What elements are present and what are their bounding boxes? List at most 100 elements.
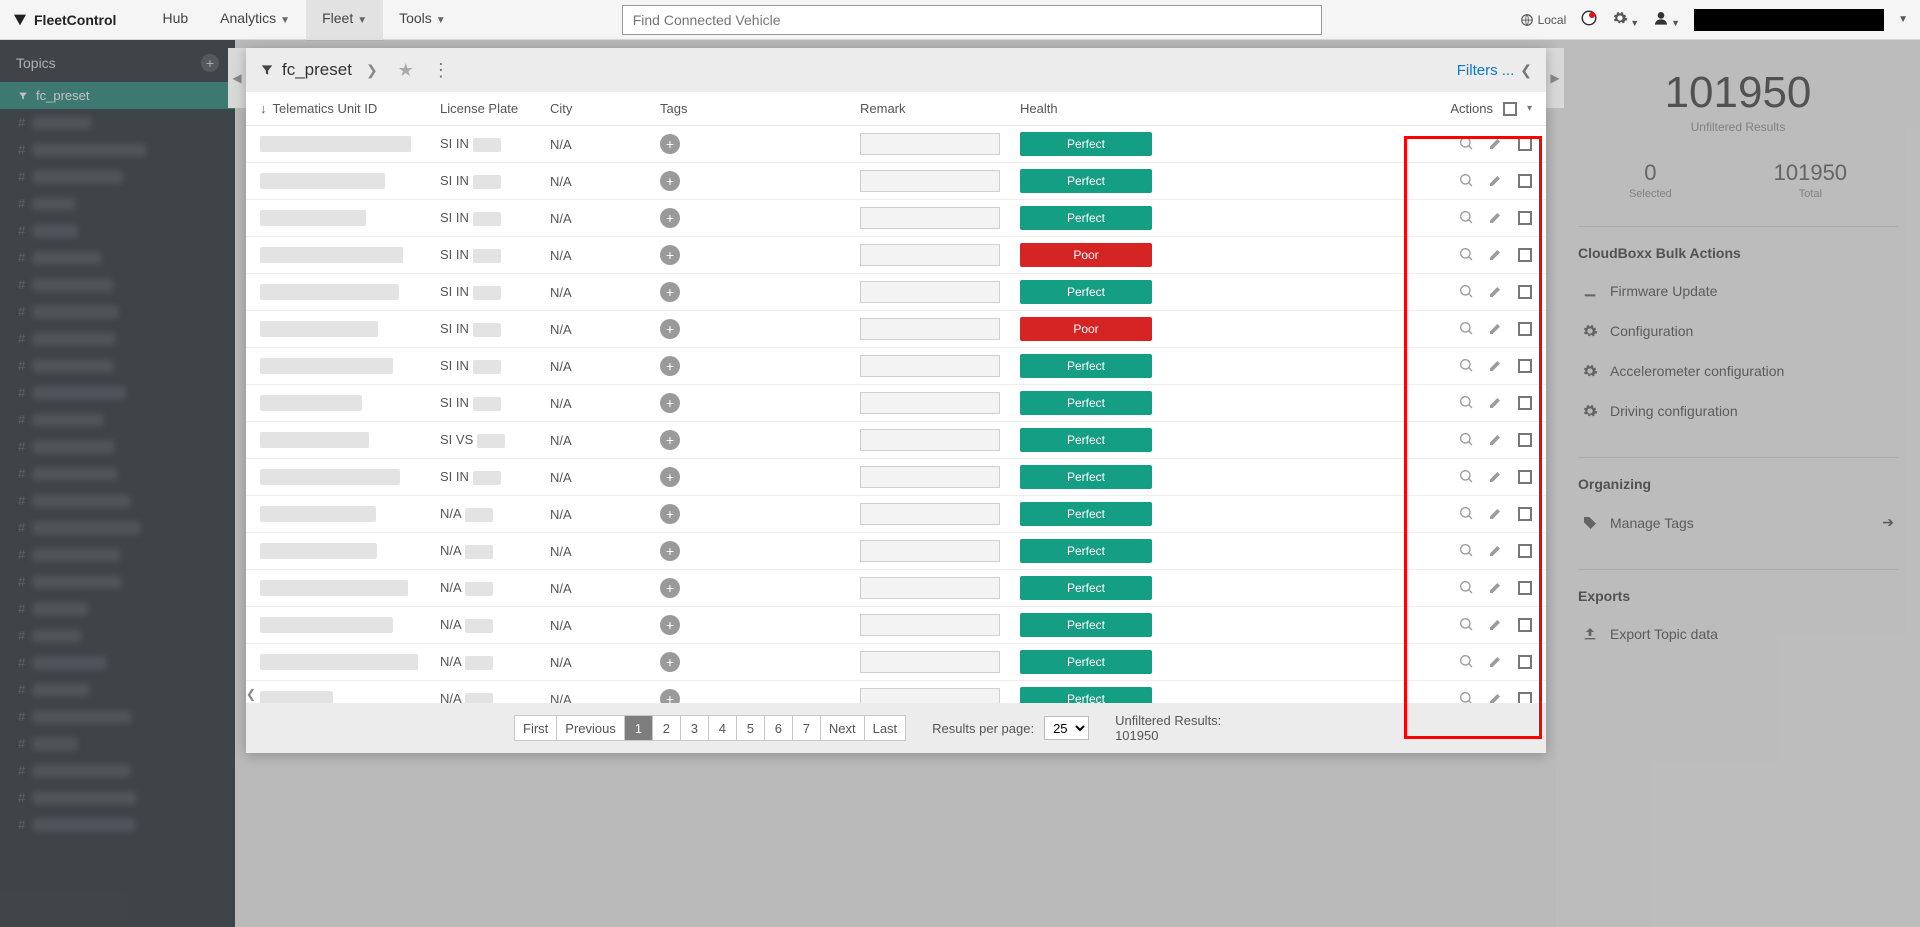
remark-input[interactable] xyxy=(860,577,1000,599)
sidebar-item[interactable]: # xyxy=(0,190,235,217)
add-tag-button[interactable]: + xyxy=(660,615,680,635)
alert-icon[interactable] xyxy=(1580,9,1598,30)
nav-analytics[interactable]: Analytics▼ xyxy=(204,0,306,41)
nav-tools[interactable]: Tools▼ xyxy=(383,0,462,41)
add-tag-button[interactable]: + xyxy=(660,356,680,376)
view-icon[interactable] xyxy=(1458,320,1474,339)
sidebar-item[interactable]: # xyxy=(0,568,235,595)
remark-input[interactable] xyxy=(860,651,1000,673)
page-2[interactable]: 2 xyxy=(653,715,681,741)
sidebar-item[interactable]: # xyxy=(0,784,235,811)
page-first[interactable]: First xyxy=(514,715,557,741)
remark-input[interactable] xyxy=(860,614,1000,636)
row-checkbox[interactable] xyxy=(1518,470,1532,484)
sidebar-item[interactable]: # xyxy=(0,703,235,730)
sidebar-item[interactable]: # xyxy=(0,325,235,352)
sidebar-item[interactable]: # xyxy=(0,244,235,271)
sidebar-item[interactable]: fc_preset xyxy=(0,82,235,109)
row-checkbox[interactable] xyxy=(1518,507,1532,521)
bulk-config[interactable]: Configuration xyxy=(1578,311,1898,351)
sidebar-item[interactable]: # xyxy=(0,433,235,460)
sidebar-item[interactable]: # xyxy=(0,757,235,784)
select-all-checkbox[interactable] xyxy=(1503,102,1517,116)
page-4[interactable]: 4 xyxy=(709,715,737,741)
row-checkbox[interactable] xyxy=(1518,581,1532,595)
edit-icon[interactable] xyxy=(1488,690,1504,704)
view-icon[interactable] xyxy=(1458,505,1474,524)
edit-icon[interactable] xyxy=(1488,616,1504,635)
sidebar-item[interactable]: # xyxy=(0,514,235,541)
add-topic-button[interactable]: + xyxy=(201,54,219,72)
remark-input[interactable] xyxy=(860,688,1000,703)
brand[interactable]: FleetControl xyxy=(12,12,116,28)
row-checkbox[interactable] xyxy=(1518,655,1532,669)
row-checkbox[interactable] xyxy=(1518,692,1532,703)
sidebar-item[interactable]: # xyxy=(0,136,235,163)
view-icon[interactable] xyxy=(1458,209,1474,228)
sidebar-item[interactable]: # xyxy=(0,622,235,649)
sidebar-item[interactable]: # xyxy=(0,298,235,325)
bulk-accel[interactable]: Accelerometer configuration xyxy=(1578,351,1898,391)
view-icon[interactable] xyxy=(1458,542,1474,561)
remark-input[interactable] xyxy=(860,133,1000,155)
edit-icon[interactable] xyxy=(1488,653,1504,672)
add-tag-button[interactable]: + xyxy=(660,208,680,228)
view-icon[interactable] xyxy=(1458,172,1474,191)
filters-button[interactable]: Filters ...❮ xyxy=(1457,62,1532,79)
page-5[interactable]: 5 xyxy=(737,715,765,741)
edit-icon[interactable] xyxy=(1488,135,1504,154)
kebab-menu-icon[interactable]: ⋮ xyxy=(432,60,450,81)
bulk-firmware[interactable]: Firmware Update xyxy=(1578,271,1898,311)
manage-tags[interactable]: Manage Tags➔ xyxy=(1578,502,1898,543)
sidebar-item[interactable]: # xyxy=(0,730,235,757)
add-tag-button[interactable]: + xyxy=(660,578,680,598)
sidebar-item[interactable]: # xyxy=(0,595,235,622)
search-input[interactable] xyxy=(622,5,1322,35)
page-prev[interactable]: Previous xyxy=(557,715,625,741)
view-icon[interactable] xyxy=(1458,431,1474,450)
page-7[interactable]: 7 xyxy=(793,715,821,741)
row-checkbox[interactable] xyxy=(1518,211,1532,225)
edit-icon[interactable] xyxy=(1488,505,1504,524)
view-icon[interactable] xyxy=(1458,394,1474,413)
remark-input[interactable] xyxy=(860,429,1000,451)
add-tag-button[interactable]: + xyxy=(660,134,680,154)
sidebar-item[interactable]: # xyxy=(0,811,235,838)
add-tag-button[interactable]: + xyxy=(660,319,680,339)
remark-input[interactable] xyxy=(860,207,1000,229)
nav-fleet[interactable]: Fleet▼ xyxy=(306,0,383,41)
page-last[interactable]: Last xyxy=(865,715,907,741)
panel-collapse-left[interactable]: ◀ xyxy=(228,48,246,108)
add-tag-button[interactable]: + xyxy=(660,504,680,524)
page-3[interactable]: 3 xyxy=(681,715,709,741)
row-checkbox[interactable] xyxy=(1518,396,1532,410)
view-icon[interactable] xyxy=(1458,283,1474,302)
page-1[interactable]: 1 xyxy=(625,715,653,741)
page-6[interactable]: 6 xyxy=(765,715,793,741)
row-checkbox[interactable] xyxy=(1518,544,1532,558)
edit-icon[interactable] xyxy=(1488,468,1504,487)
sidebar-item[interactable]: # xyxy=(0,379,235,406)
add-tag-button[interactable]: + xyxy=(660,541,680,561)
edit-icon[interactable] xyxy=(1488,246,1504,265)
chevron-down-icon[interactable]: ▾ xyxy=(1527,103,1532,114)
row-checkbox[interactable] xyxy=(1518,433,1532,447)
env-indicator[interactable]: Local xyxy=(1520,13,1567,27)
user-icon[interactable]: ▼ xyxy=(1653,10,1680,29)
row-checkbox[interactable] xyxy=(1518,285,1532,299)
remark-input[interactable] xyxy=(860,281,1000,303)
nav-hub[interactable]: Hub xyxy=(146,0,204,41)
sidebar-item[interactable]: # xyxy=(0,352,235,379)
edit-icon[interactable] xyxy=(1488,357,1504,376)
edit-icon[interactable] xyxy=(1488,172,1504,191)
add-tag-button[interactable]: + xyxy=(660,245,680,265)
bulk-driving[interactable]: Driving configuration xyxy=(1578,391,1898,431)
add-tag-button[interactable]: + xyxy=(660,171,680,191)
row-checkbox[interactable] xyxy=(1518,248,1532,262)
sidebar-item[interactable]: # xyxy=(0,109,235,136)
add-tag-button[interactable]: + xyxy=(660,393,680,413)
row-checkbox[interactable] xyxy=(1518,359,1532,373)
edit-icon[interactable] xyxy=(1488,394,1504,413)
sidebar-item[interactable]: # xyxy=(0,541,235,568)
star-icon[interactable]: ★ xyxy=(398,60,414,81)
